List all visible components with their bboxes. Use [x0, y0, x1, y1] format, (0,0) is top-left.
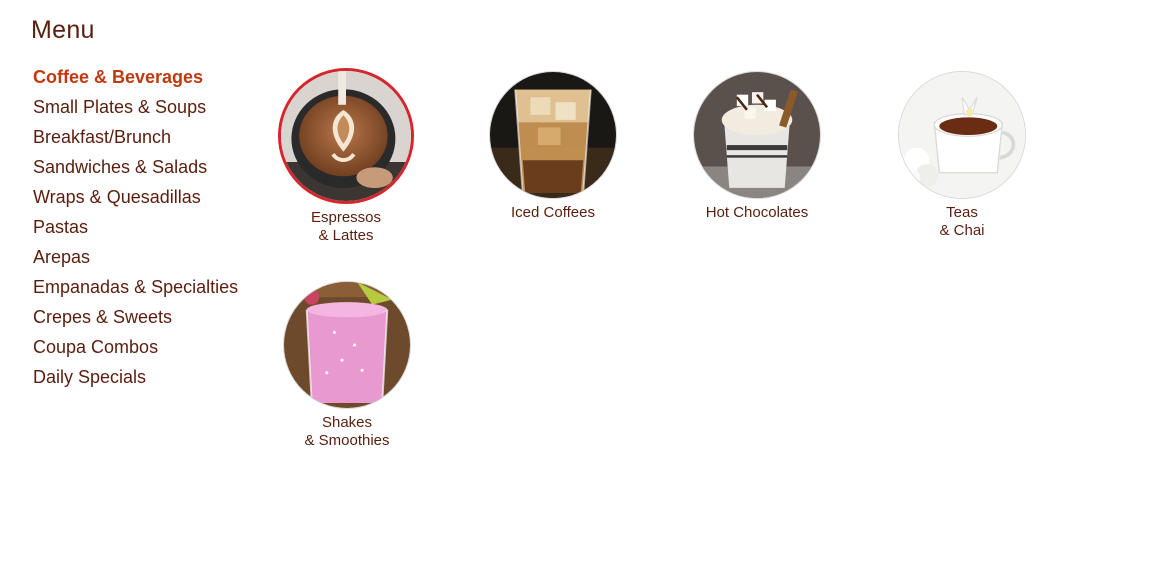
- category-tile-shakes-smoothies[interactable]: Shakes & Smoothies: [257, 281, 437, 450]
- category-tile-teas-chai[interactable]: Teas & Chai: [872, 71, 1052, 240]
- category-label-line1: Iced Coffees: [511, 204, 595, 221]
- category-sidebar: Coffee & Beverages Small Plates & Soups …: [33, 66, 263, 396]
- sidebar-item-breakfast-brunch[interactable]: Breakfast/Brunch: [33, 126, 263, 156]
- category-tile-espressos-lattes[interactable]: Espressos & Lattes: [256, 68, 436, 245]
- sidebar-item-arepas[interactable]: Arepas: [33, 246, 263, 276]
- sidebar-item-coupa-combos[interactable]: Coupa Combos: [33, 336, 263, 366]
- sidebar-item-wraps-quesadillas[interactable]: Wraps & Quesadillas: [33, 186, 263, 216]
- sidebar-item-daily-specials[interactable]: Daily Specials: [33, 366, 263, 396]
- category-label-line2: & Smoothies: [304, 432, 390, 449]
- sidebar-item-crepes-sweets[interactable]: Crepes & Sweets: [33, 306, 263, 336]
- smoothie-image: [283, 281, 411, 409]
- latte-art-image: [278, 68, 414, 204]
- sidebar-item-pastas[interactable]: Pastas: [33, 216, 263, 246]
- category-label-line1: Teas: [946, 204, 978, 221]
- tea-cup-image: [898, 71, 1026, 199]
- category-label-line2: & Chai: [939, 222, 985, 239]
- category-tile-hot-chocolates[interactable]: Hot Chocolates: [667, 71, 847, 222]
- category-label-line1: Espressos: [310, 209, 382, 226]
- sidebar-item-empanadas-specialties[interactable]: Empanadas & Specialties: [33, 276, 263, 306]
- sidebar-item-sandwiches-salads[interactable]: Sandwiches & Salads: [33, 156, 263, 186]
- page-title: Menu: [31, 16, 95, 44]
- sidebar-item-small-plates-soups[interactable]: Small Plates & Soups: [33, 96, 263, 126]
- category-label-line1: Hot Chocolates: [705, 204, 809, 221]
- hot-chocolate-image: [693, 71, 821, 199]
- category-label-line1: Shakes: [321, 414, 373, 431]
- sidebar-item-coffee-beverages[interactable]: Coffee & Beverages: [33, 66, 263, 96]
- category-tile-iced-coffees[interactable]: Iced Coffees: [463, 71, 643, 222]
- category-label-line2: & Lattes: [318, 227, 374, 244]
- iced-coffee-image: [489, 71, 617, 199]
